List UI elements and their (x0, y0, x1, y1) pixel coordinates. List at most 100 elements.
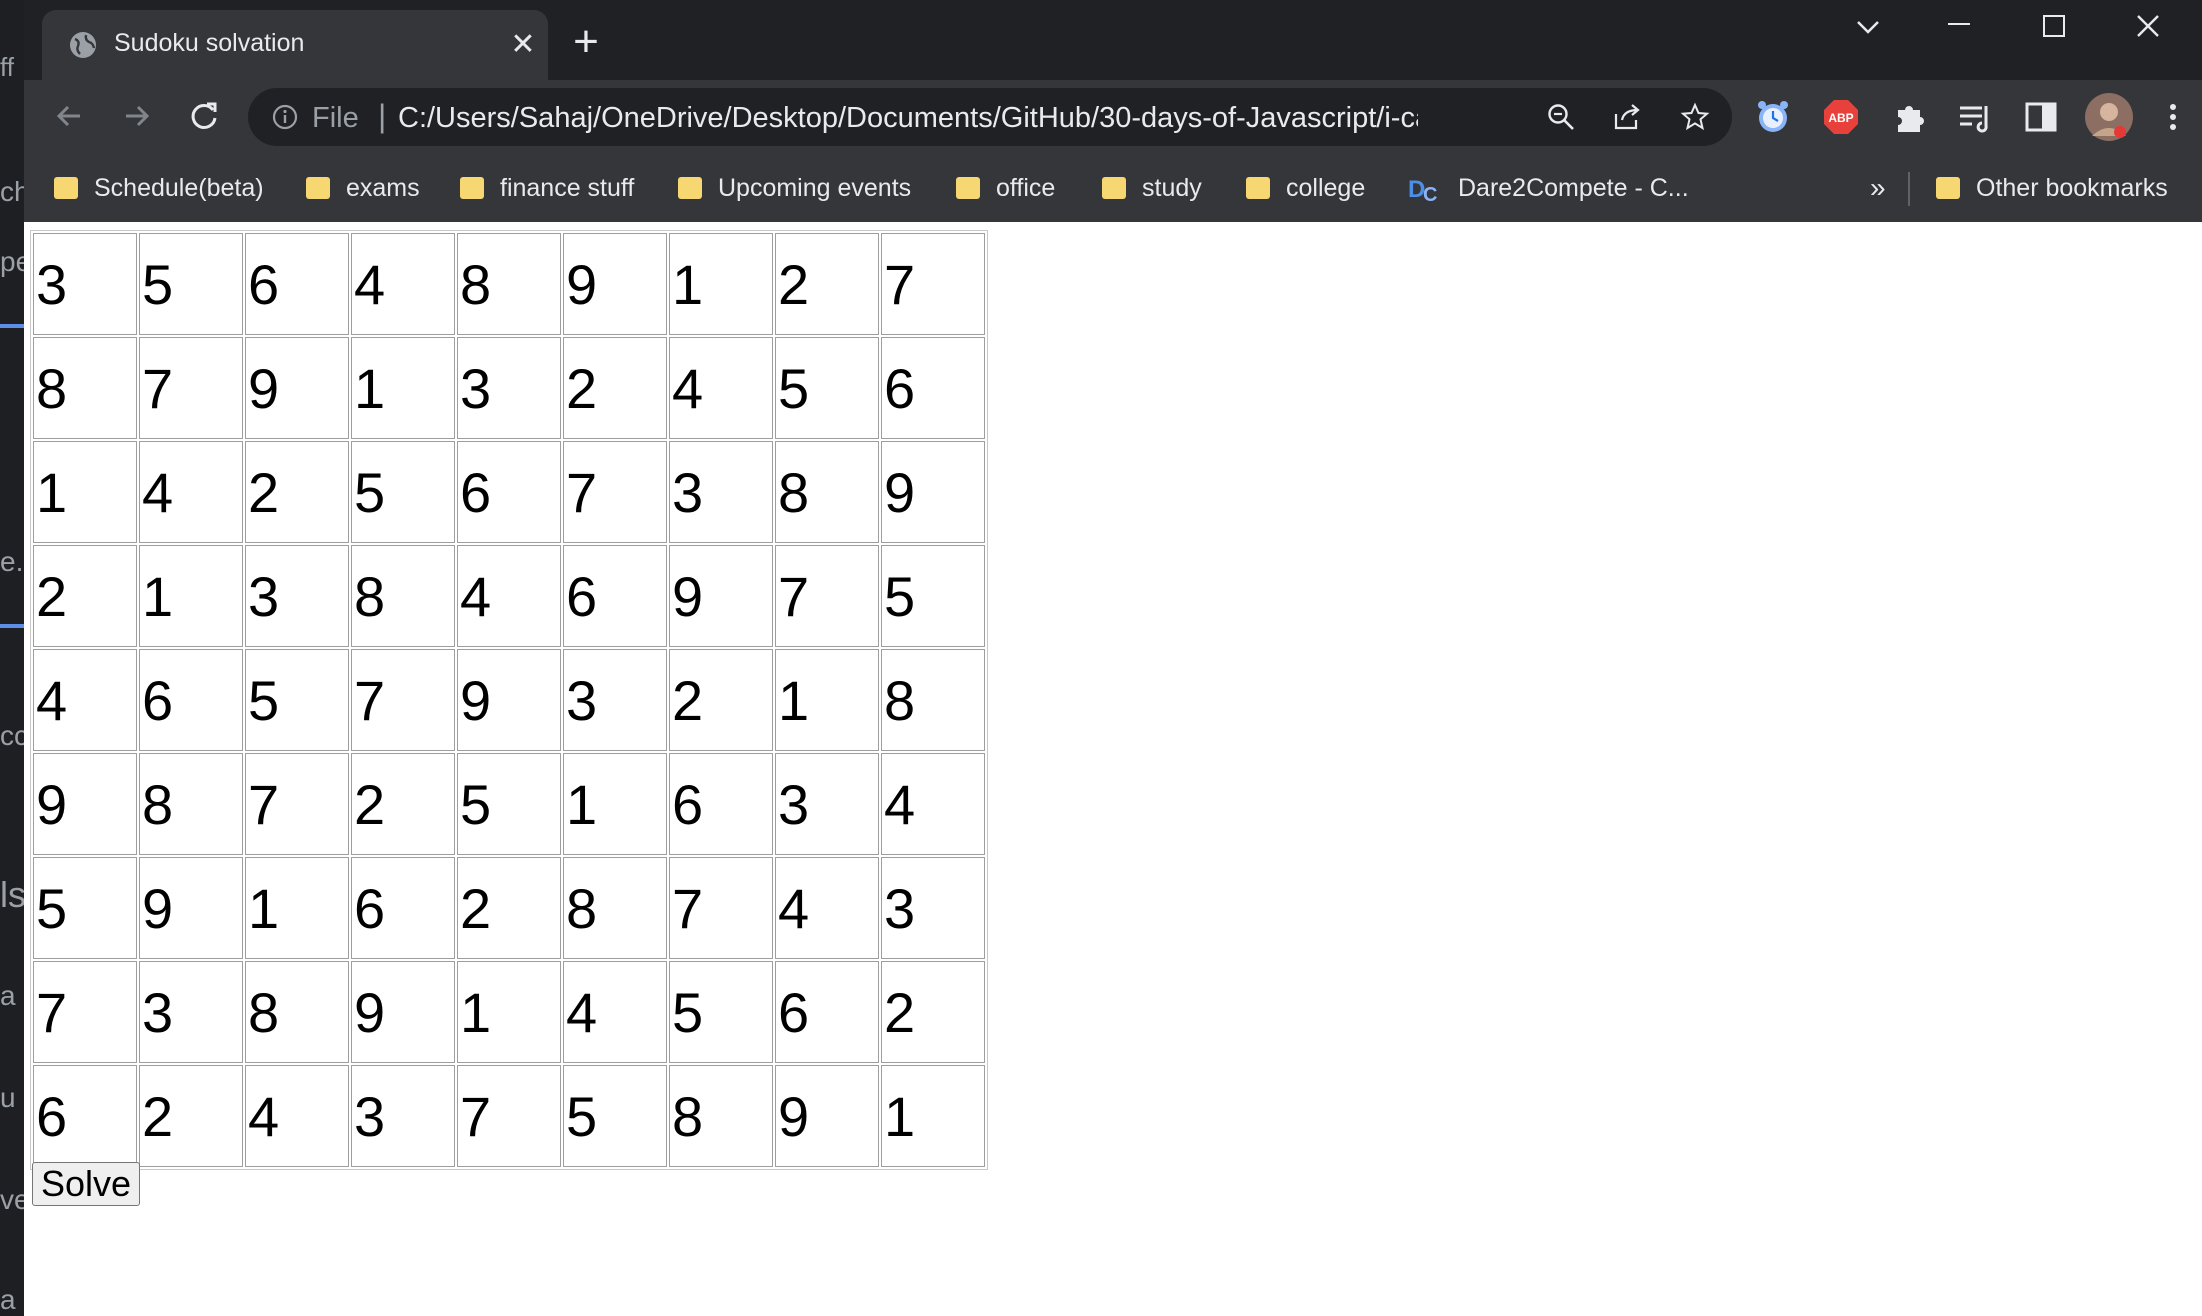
sudoku-cell[interactable]: 6 (881, 337, 985, 439)
bookmark-finance-stuff[interactable]: finance stuff (460, 168, 634, 208)
sudoku-cell[interactable]: 4 (669, 337, 773, 439)
sudoku-cell[interactable]: 4 (139, 441, 243, 543)
sudoku-cell[interactable]: 8 (351, 545, 455, 647)
sudoku-cell[interactable]: 6 (245, 233, 349, 335)
sudoku-cell[interactable]: 7 (351, 649, 455, 751)
sudoku-cell[interactable]: 4 (33, 649, 137, 751)
bookmark-exams[interactable]: exams (306, 168, 420, 208)
tab-sudoku[interactable]: Sudoku solvation ✕ (42, 10, 548, 80)
bookmark-study[interactable]: study (1102, 168, 1202, 208)
alarm-extension-icon[interactable] (1754, 98, 1792, 136)
solve-button[interactable]: Solve (32, 1162, 141, 1206)
sudoku-cell[interactable]: 9 (457, 649, 561, 751)
sudoku-cell[interactable]: 6 (563, 545, 667, 647)
bookmark-upcoming-events[interactable]: Upcoming events (678, 168, 911, 208)
sudoku-cell[interactable]: 6 (139, 649, 243, 751)
sudoku-cell[interactable]: 3 (457, 337, 561, 439)
sudoku-cell[interactable]: 4 (775, 857, 879, 959)
sudoku-cell[interactable]: 8 (563, 857, 667, 959)
sudoku-cell[interactable]: 3 (139, 961, 243, 1063)
sudoku-cell[interactable]: 7 (245, 753, 349, 855)
sudoku-cell[interactable]: 8 (669, 1065, 773, 1167)
sudoku-cell[interactable]: 7 (33, 961, 137, 1063)
close-tab-button[interactable]: ✕ (506, 28, 540, 62)
forward-arrow-icon[interactable] (112, 92, 160, 140)
address-bar[interactable]: File | C:/Users/Sahaj/OneDrive/Desktop/D… (248, 88, 1732, 146)
sudoku-cell[interactable]: 9 (563, 233, 667, 335)
sudoku-cell[interactable]: 4 (563, 961, 667, 1063)
tab-search-button[interactable] (1838, 6, 1898, 50)
bookmark-college[interactable]: college (1246, 168, 1365, 208)
sudoku-cell[interactable]: 3 (351, 1065, 455, 1167)
sudoku-cell[interactable]: 6 (775, 961, 879, 1063)
sudoku-cell[interactable]: 9 (351, 961, 455, 1063)
sudoku-cell[interactable]: 5 (775, 337, 879, 439)
minimize-button[interactable] (1928, 6, 1988, 50)
sudoku-cell[interactable]: 1 (563, 753, 667, 855)
sudoku-cell[interactable]: 3 (33, 233, 137, 335)
sudoku-cell[interactable]: 4 (351, 233, 455, 335)
sudoku-cell[interactable]: 4 (881, 753, 985, 855)
sudoku-cell[interactable]: 7 (563, 441, 667, 543)
sudoku-cell[interactable]: 3 (563, 649, 667, 751)
extensions-puzzle-icon[interactable] (1890, 98, 1928, 136)
sudoku-cell[interactable]: 2 (351, 753, 455, 855)
sudoku-cell[interactable]: 1 (775, 649, 879, 751)
sudoku-cell[interactable]: 3 (245, 545, 349, 647)
sudoku-cell[interactable]: 5 (669, 961, 773, 1063)
bookmarks-overflow-button[interactable]: » (1870, 168, 1886, 208)
sudoku-cell[interactable]: 9 (775, 1065, 879, 1167)
adblock-extension-icon[interactable]: ABP (1822, 98, 1860, 136)
more-menu-icon[interactable] (2154, 98, 2192, 136)
sudoku-cell[interactable]: 1 (457, 961, 561, 1063)
sudoku-cell[interactable]: 3 (669, 441, 773, 543)
sudoku-cell[interactable]: 8 (457, 233, 561, 335)
sudoku-cell[interactable]: 6 (351, 857, 455, 959)
bookmark-star-icon[interactable] (1680, 102, 1710, 132)
sudoku-cell[interactable]: 1 (33, 441, 137, 543)
sudoku-cell[interactable]: 2 (245, 441, 349, 543)
profile-avatar[interactable] (2084, 92, 2134, 142)
sudoku-cell[interactable]: 2 (669, 649, 773, 751)
bookmark-office[interactable]: office (956, 168, 1055, 208)
sudoku-cell[interactable]: 2 (881, 961, 985, 1063)
sudoku-cell[interactable]: 5 (881, 545, 985, 647)
sudoku-cell[interactable]: 9 (881, 441, 985, 543)
sudoku-cell[interactable]: 5 (457, 753, 561, 855)
sudoku-cell[interactable]: 8 (139, 753, 243, 855)
sudoku-cell[interactable]: 9 (245, 337, 349, 439)
side-panel-icon[interactable] (2022, 98, 2060, 136)
bookmark-schedule[interactable]: Schedule(beta) (54, 168, 264, 208)
sudoku-cell[interactable]: 1 (881, 1065, 985, 1167)
sudoku-cell[interactable]: 6 (33, 1065, 137, 1167)
sudoku-cell[interactable]: 1 (245, 857, 349, 959)
new-tab-button[interactable]: + (564, 20, 608, 66)
sudoku-cell[interactable]: 8 (775, 441, 879, 543)
sudoku-cell[interactable]: 7 (139, 337, 243, 439)
reload-icon[interactable] (180, 92, 228, 140)
share-icon[interactable] (1612, 102, 1642, 132)
sudoku-cell[interactable]: 3 (881, 857, 985, 959)
sudoku-cell[interactable]: 8 (245, 961, 349, 1063)
sudoku-cell[interactable]: 5 (139, 233, 243, 335)
sudoku-cell[interactable]: 1 (669, 233, 773, 335)
back-arrow-icon[interactable] (46, 92, 94, 140)
other-bookmarks[interactable]: Other bookmarks (1936, 168, 2168, 208)
sudoku-cell[interactable]: 2 (775, 233, 879, 335)
sudoku-cell[interactable]: 5 (351, 441, 455, 543)
sudoku-cell[interactable]: 9 (669, 545, 773, 647)
sudoku-cell[interactable]: 7 (881, 233, 985, 335)
sudoku-cell[interactable]: 6 (669, 753, 773, 855)
sudoku-cell[interactable]: 2 (33, 545, 137, 647)
sudoku-cell[interactable]: 5 (33, 857, 137, 959)
sudoku-cell[interactable]: 9 (139, 857, 243, 959)
info-icon[interactable] (272, 104, 298, 130)
reading-list-icon[interactable] (1956, 98, 1994, 136)
sudoku-cell[interactable]: 1 (139, 545, 243, 647)
url-text[interactable]: C:/Users/Sahaj/OneDrive/Desktop/Document… (398, 102, 1418, 135)
sudoku-cell[interactable]: 2 (457, 857, 561, 959)
sudoku-cell[interactable]: 8 (881, 649, 985, 751)
bookmark-dare2compete[interactable]: D C Dare2Compete - C... (1408, 168, 1689, 208)
sudoku-cell[interactable]: 2 (563, 337, 667, 439)
close-window-button[interactable] (2118, 6, 2178, 50)
